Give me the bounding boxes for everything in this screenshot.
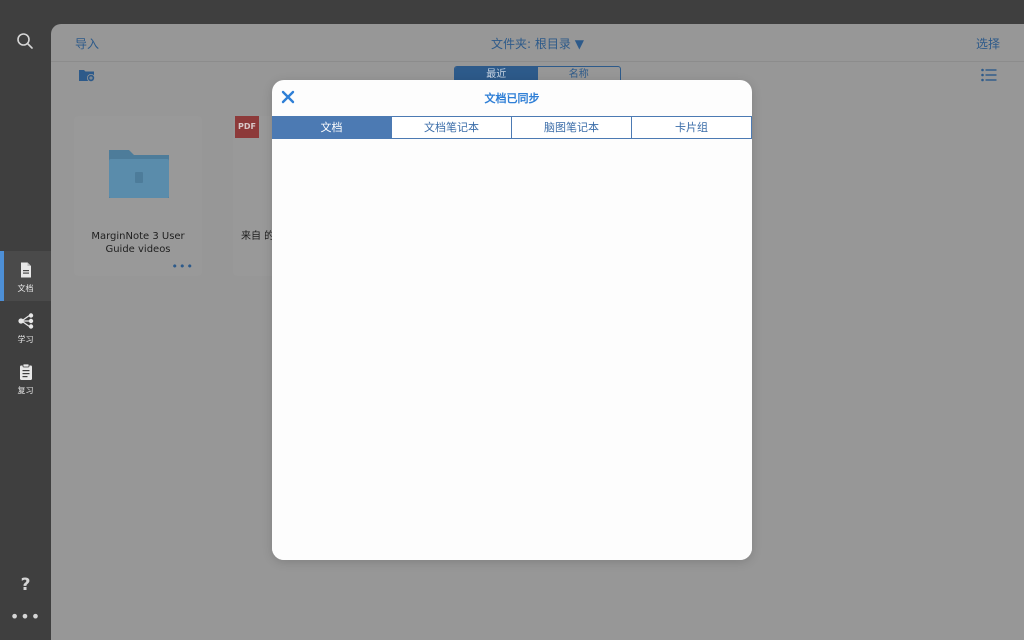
list-view-icon[interactable] bbox=[981, 68, 997, 82]
rail-item-label: 学习 bbox=[17, 335, 34, 344]
folder-selector[interactable]: 文件夹: 根目录 ▼ bbox=[51, 35, 1024, 52]
rail-item-label: 文档 bbox=[17, 284, 34, 293]
left-rail: 文档 学习 复习 ? ••• bbox=[0, 0, 51, 640]
rail-item-review[interactable]: 复习 bbox=[0, 353, 51, 403]
library-item-folder[interactable]: MarginNote 3 User Guide videos ••• bbox=[74, 116, 202, 276]
select-button[interactable]: 选择 bbox=[976, 35, 1000, 52]
help-button[interactable]: ? bbox=[0, 575, 51, 595]
dialog-header: 文档已同步 bbox=[272, 80, 752, 116]
tab-documents[interactable]: 文档 bbox=[272, 117, 392, 138]
document-icon bbox=[20, 262, 31, 278]
mindmap-icon bbox=[17, 313, 33, 329]
tab-mindmap-notebooks[interactable]: 脑图笔记本 bbox=[512, 117, 632, 138]
rail-item-documents[interactable]: 文档 bbox=[0, 251, 51, 301]
item-more-button[interactable]: ••• bbox=[172, 260, 194, 273]
new-folder-icon[interactable] bbox=[78, 67, 96, 83]
pdf-badge: PDF bbox=[235, 116, 259, 138]
rail-item-label: 复习 bbox=[17, 386, 34, 395]
dialog-content bbox=[272, 139, 752, 560]
search-icon[interactable] bbox=[15, 31, 35, 51]
tab-document-notebooks[interactable]: 文档笔记本 bbox=[392, 117, 512, 138]
clipboard-icon bbox=[19, 363, 32, 380]
tab-card-decks[interactable]: 卡片组 bbox=[632, 117, 752, 138]
sync-dialog: 文档已同步 文档 文档笔记本 脑图笔记本 卡片组 bbox=[272, 80, 752, 560]
dialog-tabs: 文档 文档笔记本 脑图笔记本 卡片组 bbox=[272, 116, 752, 139]
item-name: MarginNote 3 User Guide videos bbox=[91, 231, 185, 255]
more-button[interactable]: ••• bbox=[0, 609, 51, 625]
rail-item-study[interactable]: 学习 bbox=[0, 302, 51, 352]
folder-icon bbox=[109, 150, 169, 198]
library-toolbar: 导入 文件夹: 根目录 ▼ 选择 bbox=[51, 24, 1024, 62]
dialog-title: 文档已同步 bbox=[484, 92, 540, 105]
